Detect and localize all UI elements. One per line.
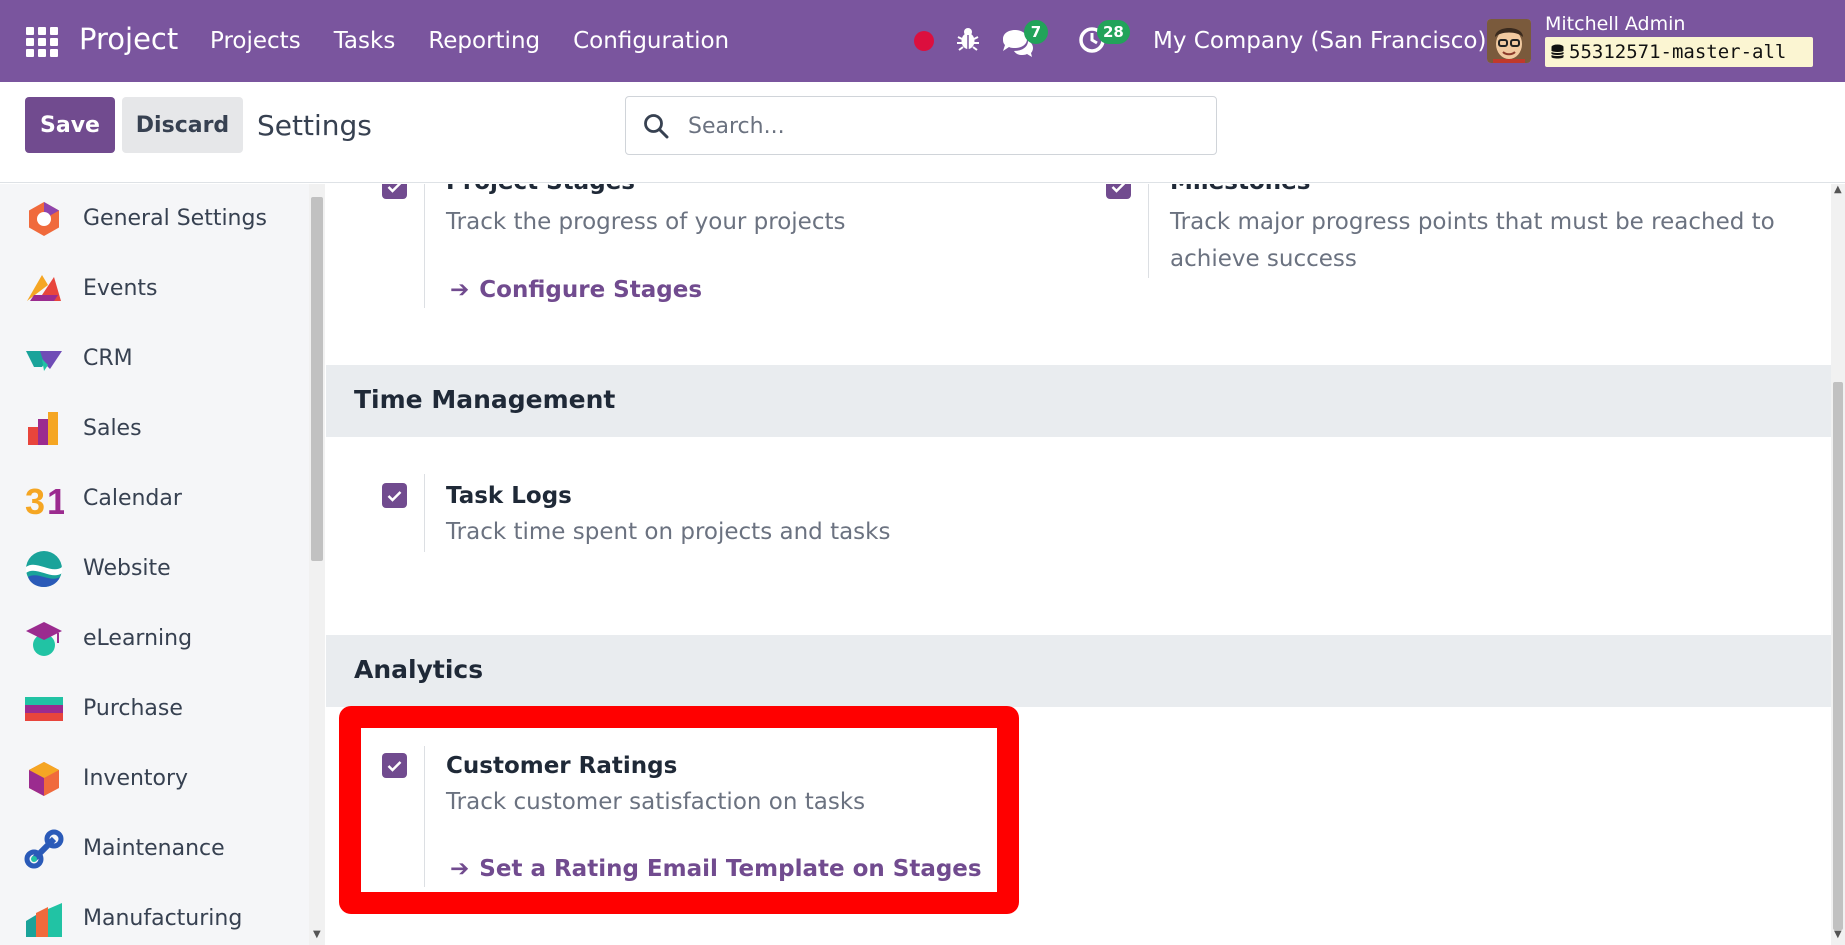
content-scroll-down-icon[interactable]: ▼: [1834, 929, 1842, 940]
task-logs-checkbox[interactable]: [382, 483, 407, 508]
search-icon: [643, 113, 669, 143]
sidebar-item-website[interactable]: Website: [0, 534, 306, 604]
svg-text:1: 1: [47, 481, 64, 519]
top-navbar: Project Projects Tasks Reporting Configu…: [0, 0, 1845, 82]
search-input[interactable]: [688, 109, 1188, 143]
milestones-description: Track major progress points that must be…: [1170, 209, 1775, 272]
arrow-right-icon: ➔: [450, 856, 470, 882]
project-stages-checkbox[interactable]: [382, 184, 407, 199]
sidebar-item-inventory[interactable]: Inventory: [0, 744, 306, 814]
database-name: 55312571-master-all: [1545, 37, 1813, 67]
content-scroll-up-icon[interactable]: ▲: [1834, 184, 1842, 195]
divider: [1148, 184, 1149, 278]
sales-icon: [24, 409, 64, 449]
debug-bug-icon[interactable]: [956, 26, 980, 56]
sidebar-item-elearning[interactable]: eLearning: [0, 604, 306, 674]
save-button[interactable]: Save: [25, 97, 115, 153]
sidebar-item-label: Sales: [83, 416, 142, 441]
inventory-icon: [24, 759, 64, 799]
sidebar-item-calendar[interactable]: 31 Calendar: [0, 464, 306, 534]
company-switcher[interactable]: My Company (San Francisco): [1153, 28, 1486, 54]
sidebar-item-purchase[interactable]: Purchase: [0, 674, 306, 744]
database-label: 55312571-master-all: [1569, 41, 1787, 63]
crm-icon: [24, 339, 64, 379]
events-icon: [24, 269, 64, 309]
menu-projects[interactable]: Projects: [210, 28, 301, 54]
customer-ratings-description: Track customer satisfaction on tasks: [446, 789, 866, 815]
customer-ratings-title: Customer Ratings: [446, 753, 678, 779]
svg-text:3: 3: [25, 481, 45, 519]
control-panel: Save Discard Settings: [0, 82, 1845, 183]
website-icon: [24, 549, 64, 589]
sidebar-item-manufacturing[interactable]: Manufacturing: [0, 884, 306, 945]
settings-sidebar: General Settings Events CRM Sales 31 Cal…: [0, 184, 310, 945]
apps-menu-icon[interactable]: [26, 27, 58, 57]
analytics-header: Analytics: [326, 635, 1831, 707]
elearning-icon: [24, 619, 64, 659]
maintenance-icon: [24, 829, 64, 869]
sidebar-item-general-settings[interactable]: General Settings: [0, 184, 306, 254]
divider: [424, 184, 425, 308]
discard-button[interactable]: Discard: [122, 97, 243, 153]
messages-count-badge: 7: [1024, 20, 1048, 44]
sidebar-item-sales[interactable]: Sales: [0, 394, 306, 464]
analytics-heading: Analytics: [354, 655, 484, 684]
arrow-right-icon: ➔: [450, 277, 470, 303]
sidebar-item-label: Calendar: [83, 486, 182, 511]
general-settings-icon: [24, 199, 64, 239]
task-logs-title: Task Logs: [446, 483, 572, 509]
project-stages-title: Project Stages: [446, 184, 635, 195]
divider: [424, 746, 425, 887]
sidebar-item-label: General Settings: [83, 206, 267, 231]
sidebar-item-label: Manufacturing: [83, 906, 243, 931]
sidebar-scroll-down-icon[interactable]: ▼: [313, 929, 321, 940]
database-icon: [1551, 39, 1564, 69]
time-management-heading: Time Management: [354, 385, 616, 414]
time-management-header: Time Management: [326, 365, 1831, 437]
configure-stages-link[interactable]: ➔ Configure Stages: [450, 277, 702, 303]
purchase-icon: [24, 689, 64, 729]
main-menu: Projects Tasks Reporting Configuration: [210, 28, 729, 54]
app-brand[interactable]: Project: [79, 22, 178, 56]
sidebar-item-label: Maintenance: [83, 836, 225, 861]
sidebar-item-label: Website: [83, 556, 171, 581]
content-scrollbar-thumb[interactable]: [1833, 382, 1843, 930]
sidebar-item-maintenance[interactable]: Maintenance: [0, 814, 306, 884]
sidebar-item-events[interactable]: Events: [0, 254, 306, 324]
search-box: [625, 96, 1217, 155]
milestones-title: Milestones: [1170, 184, 1310, 195]
menu-tasks[interactable]: Tasks: [334, 28, 396, 54]
user-avatar[interactable]: [1487, 19, 1531, 63]
sidebar-item-label: Inventory: [83, 766, 189, 791]
configure-stages-link-label: Configure Stages: [479, 277, 703, 303]
sidebar-scrollbar-thumb[interactable]: [311, 197, 323, 561]
customer-ratings-checkbox[interactable]: [382, 753, 407, 778]
divider: [424, 474, 425, 552]
manufacturing-icon: [24, 899, 64, 939]
menu-configuration[interactable]: Configuration: [573, 28, 729, 54]
sidebar-item-label: Purchase: [83, 696, 183, 721]
sidebar-item-crm[interactable]: CRM: [0, 324, 306, 394]
calendar-icon: 31: [24, 479, 67, 522]
record-icon[interactable]: [914, 31, 934, 51]
settings-content: Project Stages Track the progress of you…: [326, 184, 1831, 945]
activities-count-badge: 28: [1097, 20, 1130, 44]
rating-email-template-link-label: Set a Rating Email Template on Stages: [479, 856, 982, 882]
breadcrumb: Settings: [257, 109, 372, 142]
task-logs-description: Track time spent on projects and tasks: [446, 519, 891, 545]
menu-reporting[interactable]: Reporting: [428, 28, 540, 54]
milestones-checkbox[interactable]: [1106, 184, 1131, 199]
sidebar-item-label: CRM: [83, 346, 133, 371]
user-name[interactable]: Mitchell Admin: [1545, 13, 1685, 35]
sidebar-item-label: Events: [83, 276, 158, 301]
project-stages-description: Track the progress of your projects: [446, 209, 846, 235]
sidebar-item-label: eLearning: [83, 626, 193, 651]
rating-email-template-link[interactable]: ➔ Set a Rating Email Template on Stages: [450, 856, 982, 882]
